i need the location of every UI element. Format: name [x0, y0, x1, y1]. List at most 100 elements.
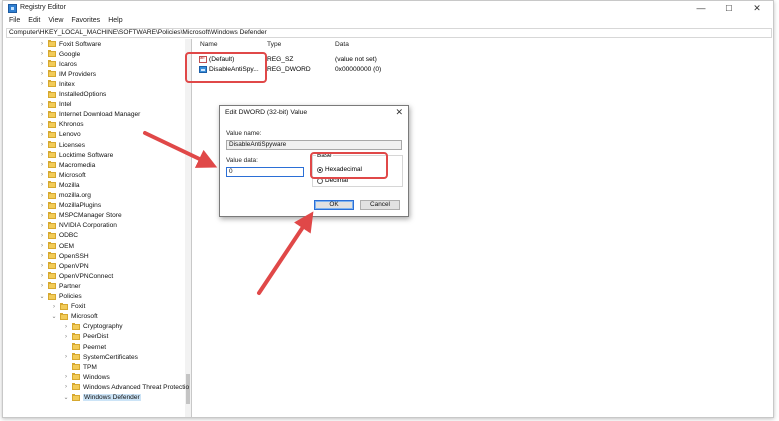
expand-chevron-icon[interactable]: › — [39, 251, 45, 261]
tree-node[interactable]: › Foxit — [51, 302, 85, 312]
tree-node[interactable]: › Locktime Software — [39, 150, 113, 160]
expand-chevron-icon[interactable]: › — [39, 201, 45, 211]
tree-scrollbar[interactable] — [185, 39, 191, 417]
menu-edit[interactable]: Edit — [28, 16, 40, 27]
tree-node[interactable]: › Mozilla — [39, 180, 80, 190]
dialog-close-button[interactable]: ✕ — [395, 107, 403, 118]
tree-node[interactable]: › Initex — [39, 79, 75, 89]
tree-node[interactable]: › Icaros — [39, 59, 77, 69]
expand-chevron-icon[interactable]: › — [39, 191, 45, 201]
expand-chevron-icon[interactable]: › — [51, 302, 57, 312]
expand-chevron-icon[interactable]: › — [39, 271, 45, 281]
expand-chevron-icon[interactable]: › — [39, 100, 45, 110]
tree-node-label: MSPCManager Store — [59, 212, 122, 220]
folder-icon — [72, 363, 80, 371]
expand-chevron-icon[interactable]: › — [39, 170, 45, 180]
expand-chevron-icon[interactable]: › — [39, 39, 45, 49]
tree-node[interactable]: › Microsoft — [39, 170, 86, 180]
expand-chevron-icon[interactable]: › — [39, 59, 45, 69]
tree-node-label: Windows Defender — [83, 394, 141, 401]
expand-chevron-icon[interactable]: › — [39, 261, 45, 271]
tree-node[interactable]: › OpenVPN — [39, 261, 89, 271]
expand-chevron-icon[interactable]: › — [63, 332, 69, 342]
tree-node[interactable]: › IM Providers — [39, 69, 96, 79]
ok-button[interactable]: OK — [314, 200, 354, 210]
expand-chevron-icon[interactable]: › — [39, 221, 45, 231]
tree-node[interactable]: › Internet Download Manager — [39, 110, 140, 120]
tree-node[interactable]: › Cryptography — [63, 322, 123, 332]
values-pane[interactable]: Name Type Data (Default) REG_SZ (value n… — [193, 39, 773, 417]
expand-chevron-icon[interactable] — [63, 342, 69, 352]
tree-node[interactable]: › SystemCertificates — [63, 352, 138, 362]
menu-file[interactable]: File — [9, 16, 20, 27]
expand-chevron-icon[interactable]: › — [39, 79, 45, 89]
expand-chevron-icon[interactable]: › — [63, 382, 69, 392]
folder-icon — [48, 231, 56, 239]
tree-node-label: Microsoft — [59, 171, 86, 179]
tree-node[interactable]: › PeerDist — [63, 332, 108, 342]
tree-node[interactable]: › Khronos — [39, 120, 84, 130]
tree-node[interactable]: › Windows — [63, 372, 110, 382]
menu-view[interactable]: View — [48, 16, 63, 27]
tree-node[interactable]: › Google — [39, 49, 80, 59]
tree-node-label: Locktime Software — [59, 151, 114, 159]
tree-node[interactable]: › OpenSSH — [39, 251, 89, 261]
expand-chevron-icon[interactable] — [39, 90, 45, 100]
expand-chevron-icon[interactable]: › — [39, 140, 45, 150]
minimize-button[interactable]: — — [687, 1, 715, 16]
maximize-button[interactable]: ☐ — [715, 1, 743, 16]
key-tree-pane[interactable]: › Foxit Software › Google › Icaros › IM Provide… — [3, 39, 192, 417]
tree-node[interactable]: › Macromedia — [39, 160, 95, 170]
expand-chevron-icon[interactable]: › — [39, 241, 45, 251]
tree-node[interactable]: › OEM — [39, 241, 74, 251]
tree-node[interactable]: ⌄ Windows Defender — [63, 393, 141, 403]
collapse-chevron-icon[interactable]: ⌄ — [39, 292, 45, 302]
expand-chevron-icon[interactable]: › — [39, 120, 45, 130]
expand-chevron-icon[interactable]: › — [39, 211, 45, 221]
expand-chevron-icon[interactable]: › — [63, 352, 69, 362]
expand-chevron-icon[interactable]: › — [39, 281, 45, 291]
expand-chevron-icon[interactable]: › — [39, 49, 45, 59]
tree-node[interactable]: › MSPCManager Store — [39, 211, 122, 221]
expand-chevron-icon[interactable]: › — [39, 231, 45, 241]
column-header-type[interactable]: Type — [267, 41, 281, 48]
expand-chevron-icon[interactable]: › — [39, 150, 45, 160]
tree-node[interactable]: › MozillaPlugins — [39, 201, 101, 211]
tree-node[interactable]: ⌄ Microsoft — [51, 312, 98, 322]
address-bar[interactable]: Computer\HKEY_LOCAL_MACHINE\SOFTWARE\Pol… — [6, 28, 772, 38]
tree-node[interactable]: TPM — [63, 362, 97, 372]
tree-node[interactable]: › mozilla.org — [39, 191, 91, 201]
close-button[interactable]: ✕ — [743, 1, 771, 16]
tree-node[interactable]: › Windows Advanced Threat Protectio — [63, 382, 189, 392]
expand-chevron-icon[interactable]: › — [63, 322, 69, 332]
expand-chevron-icon[interactable]: › — [39, 180, 45, 190]
tree-node[interactable]: › NVIDIA Corporation — [39, 221, 117, 231]
tree-node[interactable]: › ODBC — [39, 231, 78, 241]
value-data-input[interactable]: 0 — [226, 167, 304, 177]
menu-favorites[interactable]: Favorites — [71, 16, 100, 27]
tree-node-label: OpenVPN — [59, 262, 89, 270]
collapse-chevron-icon[interactable]: ⌄ — [51, 312, 57, 322]
tree-node[interactable]: ⌄ Policies — [39, 292, 82, 302]
column-header-data[interactable]: Data — [335, 41, 349, 48]
folder-icon — [48, 211, 56, 219]
collapse-chevron-icon[interactable]: ⌄ — [63, 393, 69, 403]
expand-chevron-icon[interactable]: › — [63, 372, 69, 382]
tree-node[interactable]: › Licenses — [39, 140, 85, 150]
column-header-name[interactable]: Name — [200, 41, 218, 48]
expand-chevron-icon[interactable]: › — [39, 130, 45, 140]
expand-chevron-icon[interactable]: › — [39, 110, 45, 120]
tree-node[interactable]: Peernet — [63, 342, 106, 352]
cancel-button[interactable]: Cancel — [360, 200, 400, 210]
tree-node[interactable]: › OpenVPNConnect — [39, 271, 113, 281]
tree-node[interactable]: InstalledOptions — [39, 90, 106, 100]
expand-chevron-icon[interactable]: › — [39, 160, 45, 170]
expand-chevron-icon[interactable]: › — [39, 69, 45, 79]
tree-node[interactable]: › Foxit Software — [39, 39, 101, 49]
folder-icon — [72, 383, 80, 391]
tree-node[interactable]: › Intel — [39, 100, 71, 110]
tree-node[interactable]: › Lenovo — [39, 130, 81, 140]
tree-node[interactable]: › Partner — [39, 281, 81, 291]
menu-help[interactable]: Help — [108, 16, 122, 27]
expand-chevron-icon[interactable] — [63, 362, 69, 372]
